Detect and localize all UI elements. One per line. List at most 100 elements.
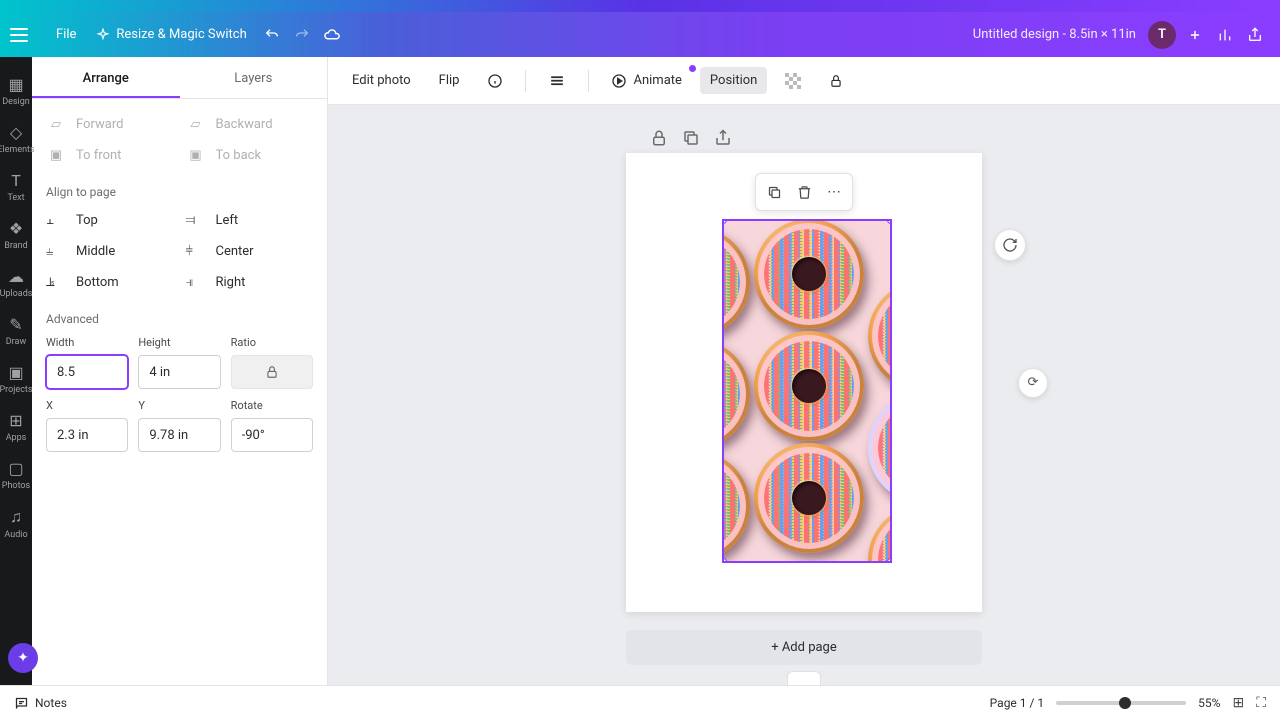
zoom-slider[interactable] — [1056, 701, 1186, 705]
page-lock-icon[interactable] — [650, 129, 668, 147]
ratio-label: Ratio — [231, 336, 313, 349]
sidebar-item-draw[interactable]: ✎Draw — [0, 307, 32, 355]
redo-button[interactable] — [287, 20, 317, 50]
backward-icon: ▱ — [186, 117, 206, 132]
notes-icon — [14, 696, 29, 711]
align-left-icon: ⫤ — [186, 213, 206, 228]
trash-icon — [797, 185, 812, 200]
add-page-button[interactable]: + Add page — [626, 630, 982, 665]
export-page-icon[interactable] — [714, 129, 732, 147]
page-tab-handle[interactable] — [787, 671, 821, 685]
rotate-handle[interactable]: ⟳ — [1018, 368, 1048, 398]
transparency-button[interactable] — [775, 67, 811, 95]
undo-button[interactable] — [257, 20, 287, 50]
document-title[interactable]: Untitled design - 8.5in × 11in — [973, 27, 1136, 42]
x-input[interactable] — [46, 418, 128, 452]
canvas-area: Edit photo Flip Animate Position ⋯ — [328, 57, 1280, 685]
y-input[interactable] — [138, 418, 220, 452]
position-panel: Arrange Layers ▱Forward ▱Backward ▣To fr… — [32, 57, 328, 685]
canvas-page[interactable]: ⋯ — [626, 153, 982, 612]
regenerate-button[interactable] — [994, 229, 1026, 261]
photos-icon: ▢ — [8, 459, 23, 478]
align-top-button[interactable]: ⫠Top — [46, 205, 174, 236]
more-button[interactable]: ⋯ — [822, 180, 846, 204]
width-input[interactable] — [46, 355, 128, 389]
resize-handle-mt[interactable] — [800, 219, 814, 220]
resize-handle-mb[interactable] — [800, 562, 814, 563]
sidebar-item-photos[interactable]: ▢Photos — [0, 451, 32, 499]
copy-icon — [767, 185, 782, 200]
resize-handle-bl[interactable] — [722, 558, 727, 563]
magic-button[interactable]: ✦ — [8, 643, 38, 673]
resize-handle-ml[interactable] — [722, 384, 723, 398]
sidebar-item-elements[interactable]: ◇Elements — [0, 115, 32, 163]
resize-handle-tr[interactable] — [887, 219, 892, 224]
align-left-button[interactable]: ⫤Left — [186, 205, 314, 236]
forward-button[interactable]: ▱Forward — [46, 109, 174, 140]
analytics-button[interactable] — [1210, 20, 1240, 50]
to-front-button[interactable]: ▣To front — [46, 140, 174, 171]
hamburger-icon[interactable] — [10, 28, 28, 42]
context-toolbar: Edit photo Flip Animate Position — [328, 57, 1280, 105]
file-menu[interactable]: File — [46, 21, 86, 48]
x-label: X — [46, 399, 128, 412]
resize-handle-tl[interactable] — [722, 219, 727, 224]
zoom-thumb[interactable] — [1119, 697, 1131, 709]
zoom-value[interactable]: 55% — [1198, 696, 1220, 710]
cloud-sync-button[interactable] — [317, 20, 347, 50]
list-toggle-button[interactable] — [538, 68, 576, 94]
transparency-icon — [785, 73, 801, 89]
align-middle-button[interactable]: ⫨Middle — [46, 236, 174, 267]
resize-handle-br[interactable] — [887, 558, 892, 563]
refresh-icon — [1002, 237, 1018, 253]
position-button[interactable]: Position — [700, 67, 767, 94]
edit-photo-button[interactable]: Edit photo — [342, 67, 421, 94]
brand-icon: ❖ — [9, 219, 23, 238]
align-center-button[interactable]: ⫩Center — [186, 236, 314, 267]
sidebar-item-audio[interactable]: ♫Audio — [0, 499, 32, 548]
resize-handle-mr[interactable] — [891, 384, 892, 398]
sidebar-item-design[interactable]: ▦Design — [0, 67, 32, 115]
grid-view-button[interactable]: ⊞ — [1232, 695, 1244, 711]
duplicate-page-icon[interactable] — [682, 129, 700, 147]
fullscreen-button[interactable]: ⛶ — [1256, 695, 1266, 711]
align-middle-icon: ⫨ — [46, 244, 66, 259]
tab-layers[interactable]: Layers — [180, 57, 328, 98]
ratio-lock-button[interactable] — [231, 355, 313, 389]
notes-button[interactable]: Notes — [14, 696, 67, 711]
draw-icon: ✎ — [9, 315, 22, 334]
tab-arrange[interactable]: Arrange — [32, 57, 180, 98]
add-collaborator-button[interactable] — [1180, 20, 1210, 50]
resize-magic-switch-button[interactable]: Resize & Magic Switch — [86, 21, 256, 48]
animate-badge — [689, 65, 696, 72]
delete-button[interactable] — [792, 180, 816, 204]
list-icon — [548, 74, 566, 88]
selected-image[interactable] — [722, 219, 892, 563]
forward-icon: ▱ — [46, 117, 66, 132]
sidebar-item-uploads[interactable]: ☁Uploads — [0, 259, 32, 307]
bar-chart-icon — [1217, 27, 1233, 43]
user-avatar[interactable]: T — [1148, 21, 1176, 49]
rotate-input[interactable] — [231, 418, 313, 452]
align-right-button[interactable]: ⫣Right — [186, 267, 314, 298]
share-icon — [1247, 27, 1263, 43]
sidebar-item-text[interactable]: TText — [0, 163, 32, 211]
sidebar-item-apps[interactable]: ⊞Apps — [0, 403, 32, 451]
sidebar-item-brand[interactable]: ❖Brand — [0, 211, 32, 259]
height-input[interactable] — [138, 355, 220, 389]
align-bottom-button[interactable]: ⫡Bottom — [46, 267, 174, 298]
animate-button[interactable]: Animate — [601, 67, 691, 95]
apps-icon: ⊞ — [9, 411, 22, 430]
undo-icon — [264, 27, 280, 43]
selection-toolbar: ⋯ — [755, 173, 853, 211]
flip-button[interactable]: Flip — [429, 67, 470, 94]
sidebar-item-projects[interactable]: ▣Projects — [0, 355, 32, 403]
align-bottom-icon: ⫡ — [46, 275, 66, 290]
share-button[interactable] — [1240, 20, 1270, 50]
info-button[interactable] — [477, 67, 513, 95]
duplicate-button[interactable] — [762, 180, 786, 204]
backward-button[interactable]: ▱Backward — [186, 109, 314, 140]
to-back-button[interactable]: ▣To back — [186, 140, 314, 171]
lock-button[interactable] — [819, 68, 853, 94]
sparkle-icon — [96, 28, 110, 42]
